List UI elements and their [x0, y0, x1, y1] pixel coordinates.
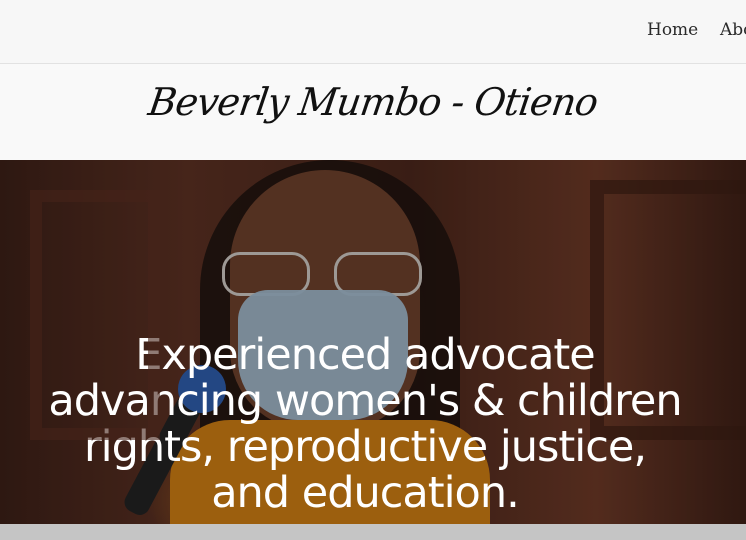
top-navigation: Home Abo	[0, 0, 746, 64]
nav-item-home[interactable]: Home	[647, 20, 698, 40]
horizontal-scrollbar[interactable]	[0, 524, 746, 540]
site-title[interactable]: Beverly Mumbo - Otieno	[0, 80, 746, 124]
brand-header: Beverly Mumbo - Otieno	[0, 64, 746, 160]
hero-banner: Experienced advocate advancing women's &…	[0, 160, 746, 524]
nav-item-about[interactable]: Abo	[720, 20, 746, 40]
hero-headline: Experienced advocate advancing women's &…	[48, 330, 682, 518]
